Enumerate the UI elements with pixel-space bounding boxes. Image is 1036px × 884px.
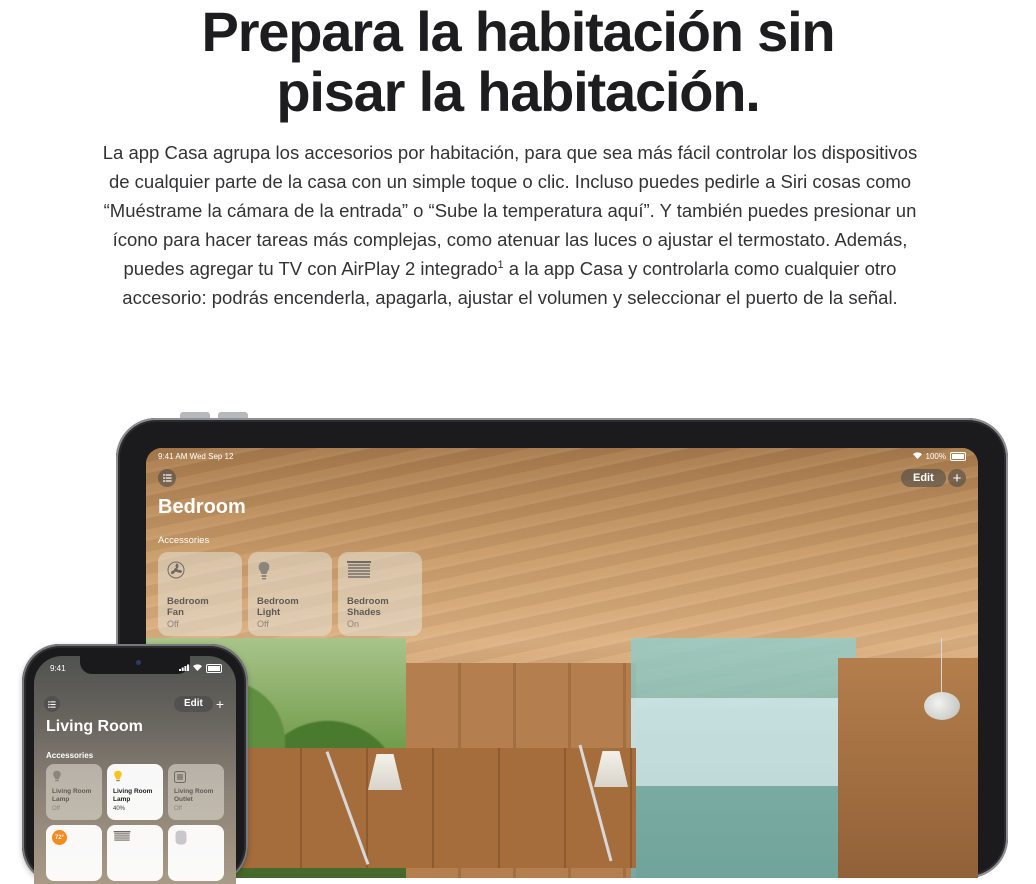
ipad-status-bar: 9:41 AM Wed Sep 12 100% xyxy=(158,452,966,461)
ipad-device: 9:41 AM Wed Sep 12 100% Edit + Bedroom A… xyxy=(116,418,1008,878)
accessories-label: Accessories xyxy=(46,751,94,760)
tile-status: Off xyxy=(52,806,60,812)
bedroom-wall-photo xyxy=(838,658,978,878)
bedroom-glass-panel-photo xyxy=(631,638,856,878)
menu-list-icon[interactable] xyxy=(158,469,176,487)
tile-name: Living Room Outlet xyxy=(174,788,214,803)
edit-button[interactable]: Edit xyxy=(901,469,946,487)
menu-list-icon[interactable] xyxy=(44,696,60,712)
tile-status: 40% xyxy=(113,806,126,812)
ipad-battery-percent: 100% xyxy=(925,452,946,461)
iphone-status-bar: 9:41 xyxy=(50,664,222,673)
intro-paragraph: La app Casa agrupa los accesorios por ha… xyxy=(100,138,920,312)
accessory-tile-lamp[interactable]: Living Room Lamp Off xyxy=(46,764,102,820)
headline: Prepara la habitación sin pisar la habit… xyxy=(0,2,1036,122)
tile-name: Living Room Lamp xyxy=(113,788,153,803)
wifi-icon xyxy=(193,664,202,673)
pendant-lamp xyxy=(924,692,960,720)
edit-button[interactable]: Edit xyxy=(174,696,213,712)
accessory-tile-thermostat[interactable]: 72° xyxy=(46,825,102,881)
glass-view xyxy=(631,698,856,878)
headline-line-2: pisar la habitación. xyxy=(276,60,760,123)
tile-name: Bedroom Shades xyxy=(347,596,389,619)
ipad-screen: 9:41 AM Wed Sep 12 100% Edit + Bedroom A… xyxy=(146,448,978,878)
accessory-tile-shades[interactable]: Bedroom Shades On xyxy=(338,552,422,636)
iphone-camera xyxy=(136,660,141,665)
tile-name: Bedroom Fan xyxy=(167,596,209,619)
accessory-tile-outlet[interactable]: Living Room Outlet Off xyxy=(168,764,224,820)
fan-icon xyxy=(167,561,185,584)
accessory-tile-fan[interactable]: Bedroom Fan Off xyxy=(158,552,242,636)
room-title: Living Room xyxy=(46,718,143,735)
tile-name: Living Room Lamp xyxy=(52,788,92,803)
tile-status: Off xyxy=(257,619,269,629)
room-title: Bedroom xyxy=(158,496,246,518)
accessory-tile-shades[interactable] xyxy=(107,825,163,881)
outlet-icon xyxy=(174,770,186,788)
iphone-screen: 9:41 Edit + Living Room Accessories Livi… xyxy=(34,656,236,884)
battery-icon xyxy=(950,452,966,461)
accessory-tile-speaker[interactable] xyxy=(168,825,224,881)
accessory-tile-light[interactable]: Bedroom Light Off xyxy=(248,552,332,636)
headline-line-1: Prepara la habitación sin xyxy=(201,0,836,63)
speaker-icon xyxy=(175,830,187,850)
accessory-tile-lamp-on[interactable]: Living Room Lamp 40% xyxy=(107,764,163,820)
lightbulb-icon xyxy=(52,770,62,789)
iphone-device: 9:41 Edit + Living Room Accessories Livi… xyxy=(22,644,248,884)
tile-name: Bedroom Light xyxy=(257,596,299,619)
add-button[interactable]: + xyxy=(948,469,966,487)
bed-headboard-photo xyxy=(236,748,636,868)
ipad-status-time: 9:41 AM Wed Sep 12 xyxy=(158,452,234,461)
wifi-icon xyxy=(912,452,922,461)
lightbulb-icon xyxy=(257,561,271,586)
tile-status: Off xyxy=(174,806,182,812)
battery-icon xyxy=(206,664,222,673)
add-button[interactable]: + xyxy=(212,696,228,712)
signal-icon xyxy=(179,664,189,673)
window-shades-icon xyxy=(347,561,371,586)
tile-status: On xyxy=(347,619,360,629)
tile-status: Off xyxy=(167,619,179,629)
lightbulb-on-icon xyxy=(113,770,123,789)
iphone-status-time: 9:41 xyxy=(50,664,66,673)
accessories-label: Accessories xyxy=(158,535,210,546)
window-shades-icon xyxy=(113,831,131,850)
